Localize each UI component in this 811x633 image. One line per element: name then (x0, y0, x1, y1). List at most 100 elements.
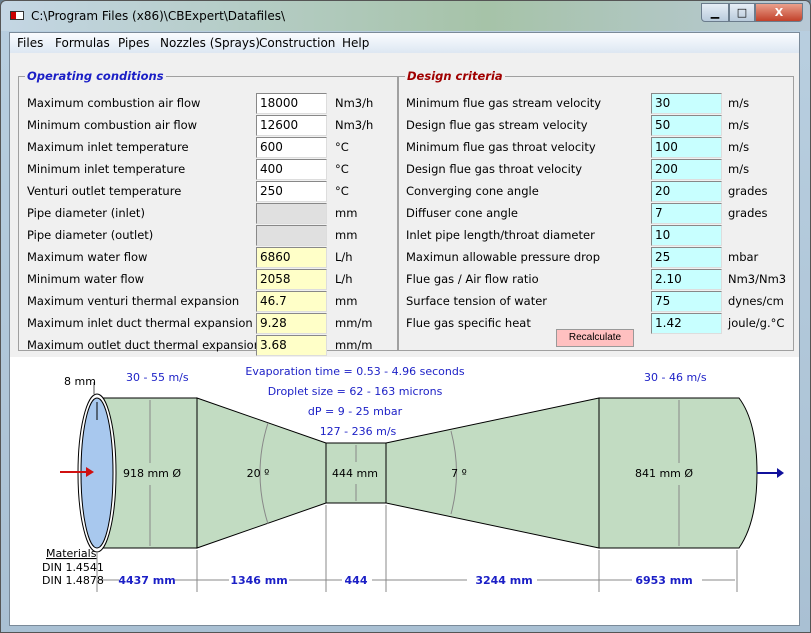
form-row: Maximum outlet duct thermal expansion 3.… (19, 335, 397, 356)
surface-tension-of-water-unit: dynes/cm (728, 294, 784, 308)
pipe-diameter-outlet-input[interactable] (256, 225, 327, 246)
maximum-outlet-duct-thermal-expansion-input[interactable]: 3.68 (256, 335, 327, 356)
surface-tension-of-water-input[interactable]: 75 (651, 291, 722, 312)
menu-files[interactable]: Files (17, 36, 43, 50)
minimum-flue-gas-stream-velocity-unit: m/s (728, 96, 750, 110)
inlet-pipe-length-throat-diameter-input[interactable]: 10 (651, 225, 722, 246)
client-area: Files Formulas Pipes Nozzles (Sprays) Co… (9, 32, 800, 626)
minimum-flue-gas-throat-velocity-input[interactable]: 100 (651, 137, 722, 158)
maximum-venturi-thermal-expansion-input[interactable]: 46.7 (256, 291, 327, 312)
menu-nozzles[interactable]: Nozzles (Sprays) (160, 36, 260, 50)
maximum-venturi-thermal-expansion-label: Maximum venturi thermal expansion (27, 294, 240, 308)
maximum-inlet-duct-thermal-expansion-unit: mm/m (335, 316, 373, 330)
menu-construction[interactable]: Construction (259, 36, 335, 50)
converging-cone-angle-label: Converging cone angle (406, 184, 539, 198)
form-row: Maximum inlet duct thermal expansion 9.2… (19, 313, 397, 334)
throat-diameter: 444 mm (332, 467, 378, 480)
material-2: DIN 1.4878 (42, 574, 104, 587)
form-row: Diffuser cone angle 7 grades (399, 203, 793, 224)
design-flue-gas-throat-velocity-unit: m/s (728, 162, 750, 176)
flue-gas-specific-heat-unit: joule/g.°C (728, 316, 785, 330)
operating-conditions-title: Operating conditions (27, 69, 164, 83)
window-title: C:\Program Files (x86)\CBExpert\Datafile… (31, 9, 286, 23)
form-row: Maximum water flow 6860 L/h (19, 247, 397, 268)
maximum-water-flow-label: Maximum water flow (27, 250, 148, 264)
flue-gas-air-flow-ratio-input[interactable]: 2.10 (651, 269, 722, 290)
maximum-venturi-thermal-expansion-unit: mm (335, 294, 358, 308)
design-flue-gas-throat-velocity-input[interactable]: 200 (651, 159, 722, 180)
converging-angle: 20 º (247, 467, 270, 480)
app-window: C:\Program Files (x86)\CBExpert\Datafile… (0, 0, 811, 633)
form-row: Maximum venturi thermal expansion 46.7 m… (19, 291, 397, 312)
length-throat: 444 (345, 574, 368, 587)
maximize-button[interactable]: □ (729, 3, 755, 22)
maximum-inlet-temperature-label: Maximum inlet temperature (27, 140, 189, 154)
form-area: Operating conditions Maximum combustion … (10, 53, 799, 357)
minimum-water-flow-input[interactable]: 2058 (256, 269, 327, 290)
design-flue-gas-throat-velocity-label: Design flue gas throat velocity (406, 162, 583, 176)
menu-formulas[interactable]: Formulas (55, 36, 110, 50)
evaporation-time: Evaporation time = 0.53 - 4.96 seconds (245, 365, 464, 378)
menu-help[interactable]: Help (342, 36, 369, 50)
venturi-outlet-temperature-input[interactable]: 250 (256, 181, 327, 202)
maximum-water-flow-input[interactable]: 6860 (256, 247, 327, 268)
form-row: Venturi outlet temperature 250 °C (19, 181, 397, 202)
recalculate-button[interactable]: Recalculate (556, 329, 634, 347)
maximum-combustion-air-flow-label: Maximum combustion air flow (27, 96, 201, 110)
materials-title: Materials (46, 547, 97, 560)
throat-velocity: 127 - 236 m/s (320, 425, 397, 438)
minimum-inlet-temperature-input[interactable]: 400 (256, 159, 327, 180)
minimum-flue-gas-throat-velocity-unit: m/s (728, 140, 750, 154)
maximun-allowable-pressure-drop-label: Maximun allowable pressure drop (406, 250, 600, 264)
diffuser-cone-angle-input[interactable]: 7 (651, 203, 722, 224)
form-row: Pipe diameter (inlet) mm (19, 203, 397, 224)
inlet-pipe-length-throat-diameter-label: Inlet pipe length/throat diameter (406, 228, 595, 242)
maximum-inlet-duct-thermal-expansion-label: Maximum inlet duct thermal expansion (27, 316, 253, 330)
title-bar: C:\Program Files (x86)\CBExpert\Datafile… (1, 1, 810, 31)
form-row: Maximum inlet temperature 600 °C (19, 137, 397, 158)
minimum-water-flow-unit: L/h (335, 272, 353, 286)
maximun-allowable-pressure-drop-input[interactable]: 25 (651, 247, 722, 268)
maximum-inlet-temperature-input[interactable]: 600 (256, 137, 327, 158)
maximum-combustion-air-flow-input[interactable]: 18000 (256, 93, 327, 114)
minimum-flue-gas-throat-velocity-label: Minimum flue gas throat velocity (406, 140, 596, 154)
minimum-combustion-air-flow-label: Minimum combustion air flow (27, 118, 198, 132)
outlet-arrow-icon (777, 468, 784, 478)
design-flue-gas-stream-velocity-input[interactable]: 50 (651, 115, 722, 136)
length-inlet: 4437 mm (118, 574, 175, 587)
flue-gas-air-flow-ratio-unit: Nm3/Nm3 (728, 272, 787, 286)
maximum-combustion-air-flow-unit: Nm3/h (335, 96, 374, 110)
flue-gas-specific-heat-input[interactable]: 1.42 (651, 313, 722, 334)
converging-cone-angle-input[interactable]: 20 (651, 181, 722, 202)
close-button[interactable]: X (755, 3, 803, 22)
minimum-flue-gas-stream-velocity-input[interactable]: 30 (651, 93, 722, 114)
pipe-diameter-outlet-unit: mm (335, 228, 358, 242)
inlet-diameter: 918 mm Ø (123, 467, 181, 480)
diffuser-angle: 7 º (451, 467, 467, 480)
form-row: Minimum flue gas stream velocity 30 m/s (399, 93, 793, 114)
diffuser-cone-angle-unit: grades (728, 206, 768, 220)
minimum-combustion-air-flow-input[interactable]: 12600 (256, 115, 327, 136)
droplet-size: Droplet size = 62 - 163 microns (268, 385, 443, 398)
length-converging: 1346 mm (230, 574, 287, 587)
form-row: Converging cone angle 20 grades (399, 181, 793, 202)
pipe-diameter-outlet-label: Pipe diameter (outlet) (27, 228, 154, 242)
design-flue-gas-stream-velocity-label: Design flue gas stream velocity (406, 118, 588, 132)
maximum-outlet-duct-thermal-expansion-unit: mm/m (335, 338, 373, 352)
maximum-water-flow-unit: L/h (335, 250, 353, 264)
maximum-inlet-duct-thermal-expansion-input[interactable]: 9.28 (256, 313, 327, 334)
pipe-diameter-inlet-input[interactable] (256, 203, 327, 224)
operating-conditions-group: Operating conditions Maximum combustion … (18, 69, 398, 356)
diffuser-cone (385, 397, 600, 549)
minimum-water-flow-label: Minimum water flow (27, 272, 145, 286)
design-criteria-group: Design criteria Minimum flue gas stream … (398, 69, 794, 351)
pressure-drop: dP = 9 - 25 mbar (308, 405, 403, 418)
design-flue-gas-stream-velocity-unit: m/s (728, 118, 750, 132)
surface-tension-of-water-label: Surface tension of water (406, 294, 548, 308)
form-row: Minimum flue gas throat velocity 100 m/s (399, 137, 793, 158)
minimize-button[interactable]: ▁ (701, 3, 729, 22)
menu-pipes[interactable]: Pipes (118, 36, 150, 50)
form-row: Minimum inlet temperature 400 °C (19, 159, 397, 180)
form-row: Pipe diameter (outlet) mm (19, 225, 397, 246)
form-row: Flue gas / Air flow ratio 2.10 Nm3/Nm3 (399, 269, 793, 290)
